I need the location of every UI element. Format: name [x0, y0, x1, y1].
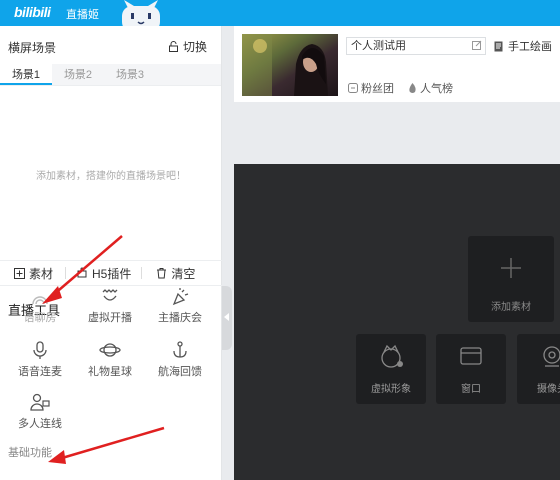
plus-icon	[501, 258, 521, 278]
room-links: 粉丝团 人气榜	[348, 80, 453, 96]
tool-gift-planet[interactable]: 礼物星球	[80, 340, 140, 379]
source-camera[interactable]: 摄像头	[517, 334, 560, 404]
flame-icon	[409, 82, 416, 93]
scene-tabs: 场景1 场景2 场景3	[0, 64, 221, 86]
room-title-value: 个人测试用	[351, 40, 406, 52]
tool-label: 语音连麦	[18, 366, 62, 378]
material-label: 素材	[29, 266, 54, 281]
tab-scene-3[interactable]: 场景3	[104, 64, 156, 85]
source-window[interactable]: 窗口	[436, 334, 506, 404]
edit-icon[interactable]	[472, 40, 482, 50]
clear-button[interactable]: 清空	[156, 265, 195, 282]
title-bar: bilibili 直播姬	[0, 0, 560, 30]
switch-label: 切换	[182, 40, 207, 54]
category-selector[interactable]: 手工绘画	[494, 38, 552, 54]
window-icon	[460, 347, 482, 365]
app-name: 直播姬	[66, 9, 99, 21]
plus-square-icon	[14, 267, 25, 279]
microphone-icon	[33, 341, 47, 359]
tool-label: 航海回馈	[158, 366, 202, 378]
h5-plugin-button[interactable]: H5插件	[76, 265, 131, 282]
tool-label: 多人连线	[18, 418, 62, 430]
fans-club-icon	[348, 83, 358, 93]
multi-user-icon	[30, 393, 50, 411]
source-label: 虚拟形象	[371, 384, 411, 395]
tool-voice-room[interactable]: 语聊房	[10, 288, 70, 325]
plugin-icon	[77, 267, 87, 278]
popularity-label: 人气榜	[420, 83, 453, 95]
tool-virtual-live[interactable]: 虚拟开播	[80, 288, 140, 325]
fans-club-link[interactable]: 粉丝团	[348, 80, 394, 96]
switch-scene-button[interactable]: 切换	[168, 38, 207, 55]
category-label: 手工绘画	[508, 41, 552, 53]
source-label: 摄像头	[537, 384, 560, 395]
virtual-live-icon	[102, 289, 118, 301]
tool-celebration[interactable]: 主播庆会	[150, 288, 210, 325]
anchor-icon	[173, 341, 187, 358]
avatar-icon	[381, 344, 403, 368]
add-material-tile[interactable]: 添加素材	[468, 236, 554, 322]
h5-plugin-label: H5插件	[92, 266, 132, 281]
tool-label: 语聊房	[23, 312, 57, 324]
camera-icon	[543, 346, 560, 367]
celebration-icon	[172, 288, 189, 306]
room-title-input[interactable]: 个人测试用	[346, 37, 486, 55]
gift-planet-icon	[99, 343, 121, 357]
tool-label: 虚拟开播	[88, 312, 132, 324]
document-icon	[494, 41, 503, 51]
cover-photo	[242, 34, 338, 96]
room-info-card: 个人测试用 手工绘画 粉丝团 人气榜	[234, 26, 560, 102]
popularity-link[interactable]: 人气榜	[408, 80, 453, 96]
clear-label: 清空	[171, 266, 196, 281]
tab-scene-2[interactable]: 场景2	[52, 64, 104, 85]
tab-scene-1[interactable]: 场景1	[0, 64, 52, 85]
tool-voyage-reward[interactable]: 航海回馈	[150, 340, 210, 379]
live-preview-area[interactable]: 添加素材 虚拟形象 窗口 摄像头	[234, 164, 560, 480]
tool-label: 礼物星球	[88, 366, 132, 378]
fans-club-label: 粉丝团	[361, 83, 394, 95]
scene-title: 横屏场景	[8, 41, 57, 55]
source-virtual-avatar[interactable]: 虚拟形象	[356, 334, 426, 404]
add-material-label: 添加素材	[491, 302, 531, 313]
trash-icon	[157, 268, 167, 279]
material-toolbar: 素材 H5插件 清空	[0, 260, 222, 286]
divider	[65, 267, 67, 279]
lock-icon	[168, 41, 178, 52]
tool-label: 主播庆会	[158, 312, 202, 324]
collapse-panel-handle[interactable]	[222, 286, 232, 350]
voice-room-icon	[32, 296, 48, 305]
tool-multi-link[interactable]: 多人连线	[10, 392, 70, 431]
basic-functions-title: 基础功能	[8, 447, 52, 459]
add-material-button[interactable]: 素材	[14, 265, 53, 282]
collapse-arrow-icon	[224, 313, 229, 321]
empty-scene-hint: 添加素材，搭建你的直播场景吧！	[36, 171, 186, 182]
divider	[141, 267, 143, 279]
source-label: 窗口	[461, 384, 481, 395]
bilibili-logo: bilibili	[14, 4, 51, 20]
tool-voice-link[interactable]: 语音连麦	[10, 340, 70, 379]
scene-header: 横屏场景 切换	[0, 26, 221, 64]
room-cover-image[interactable]	[242, 34, 338, 96]
